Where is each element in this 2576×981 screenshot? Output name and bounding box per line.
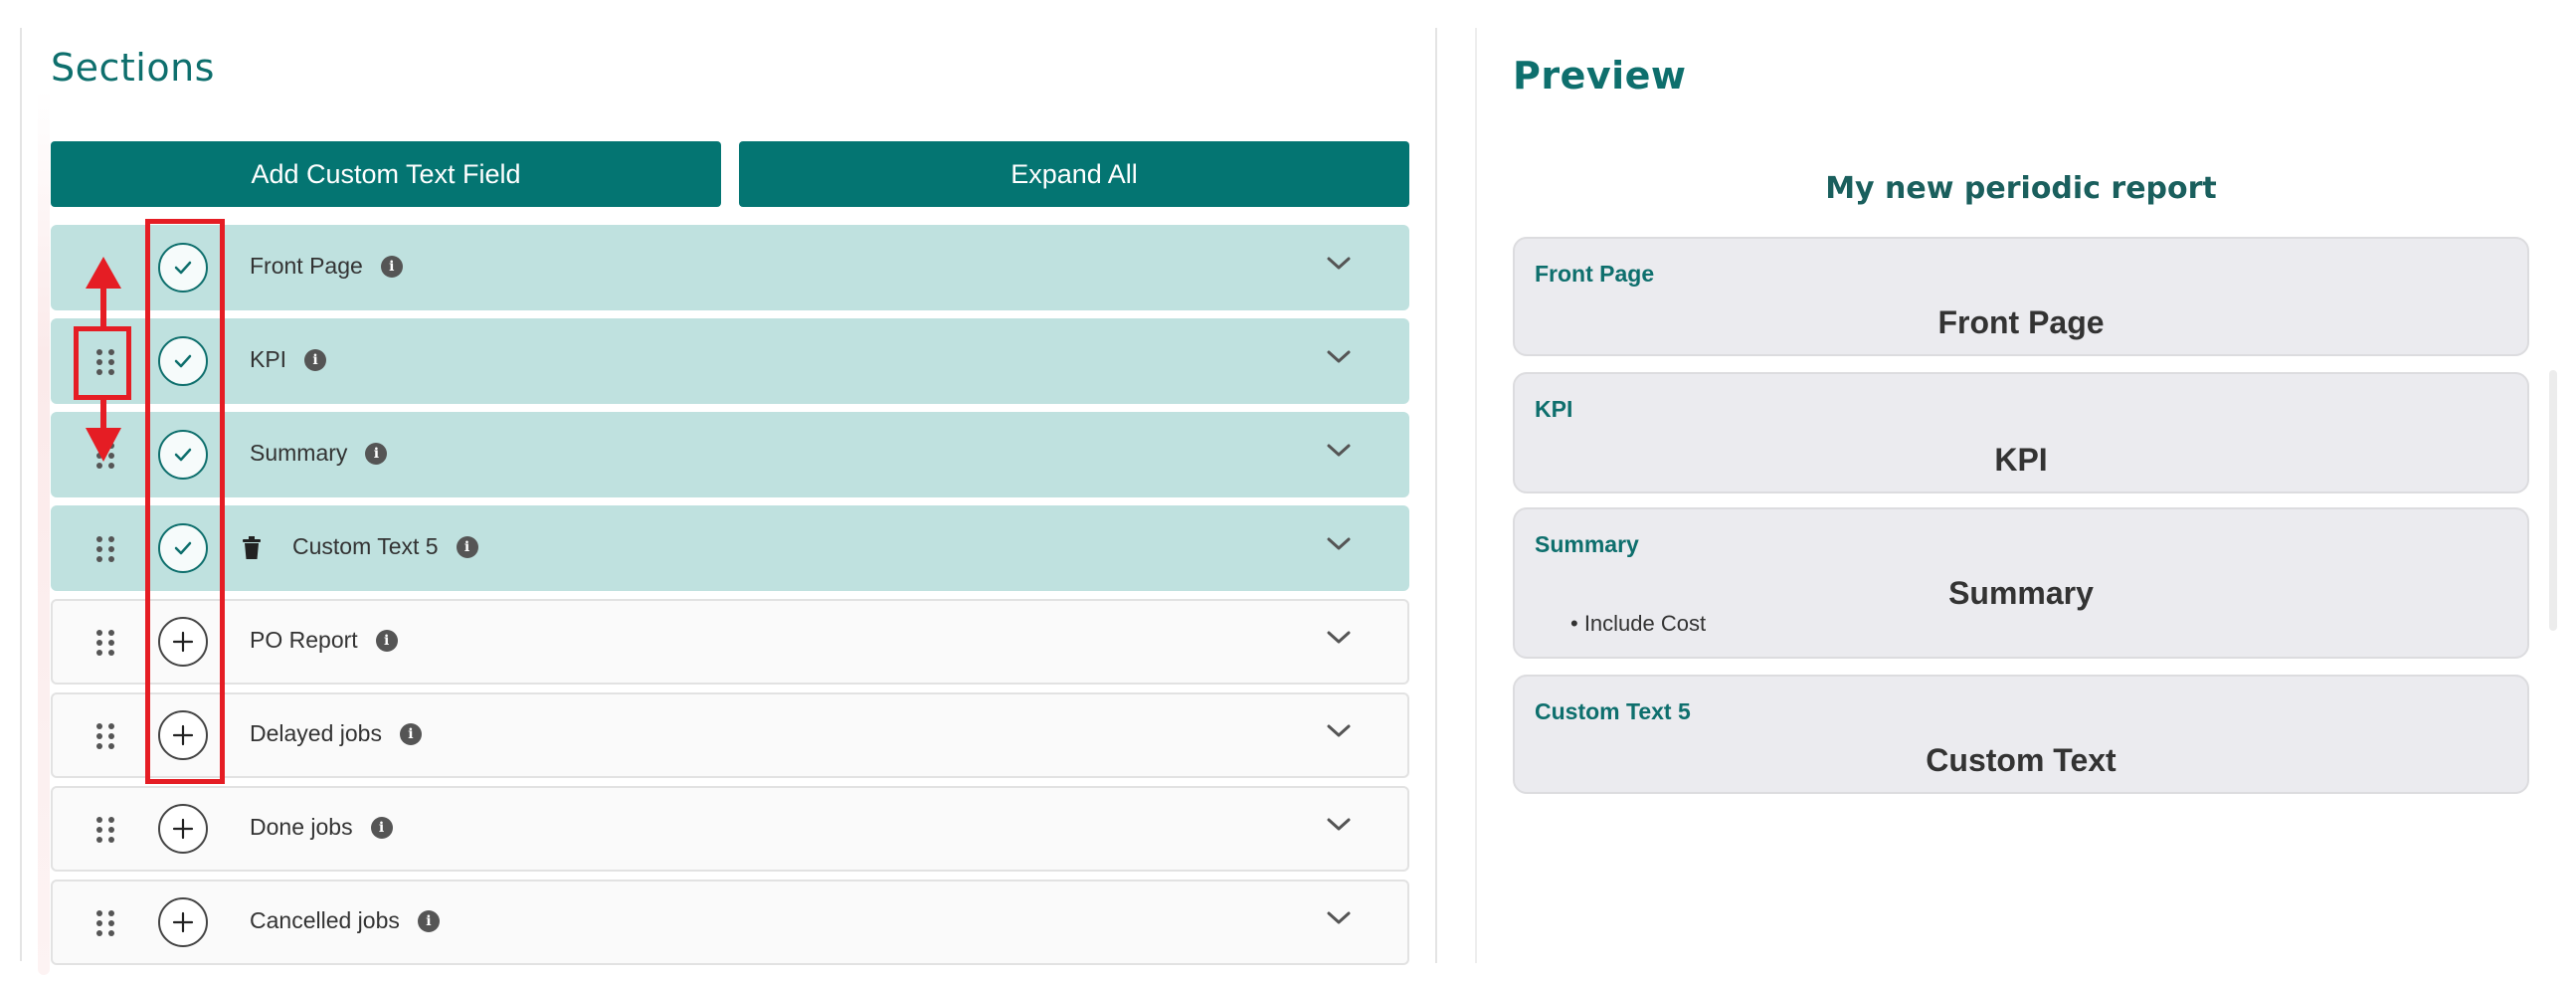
preview-card-label: Summary [1535,531,1639,557]
left-scroll-track [38,90,50,975]
drag-handle-icon[interactable] [96,910,116,936]
trash-icon[interactable] [242,536,262,560]
info-icon[interactable]: i [417,909,440,932]
drag-handle-icon[interactable] [96,630,116,656]
report-title: My new periodic report [1825,171,2217,206]
chevron-down-icon[interactable] [1326,629,1352,647]
preview-card-kpi: KPI KPI [1513,372,2529,493]
preview-card-content: Summary [1948,575,2094,611]
chevron-down-icon[interactable] [1326,722,1352,740]
info-icon[interactable]: i [375,629,398,652]
left-panel-border [20,28,22,961]
preview-card-content: Custom Text [1926,742,2116,778]
plus-circle-icon[interactable] [158,897,208,947]
drag-handle-icon[interactable] [96,723,116,749]
info-icon[interactable]: i [380,255,403,278]
section-row-label: Front Page [250,253,363,279]
drag-handle-icon[interactable] [96,536,116,562]
section-row-label: Custom Text 5 [292,533,439,559]
info-icon[interactable]: i [365,442,388,465]
check-circle-icon[interactable] [158,523,208,573]
preview-card-label: Front Page [1535,261,1655,287]
check-circle-icon[interactable] [158,243,208,293]
section-row-done-jobs[interactable]: Done jobs i [51,786,1409,872]
check-circle-icon[interactable] [158,336,208,386]
section-row-po-report[interactable]: PO Report i [51,599,1409,685]
panel-divider [1435,28,1437,963]
preview-card-bullet: • Include Cost [1570,611,1707,636]
section-row-delayed-jobs[interactable]: Delayed jobs i [51,692,1409,778]
plus-circle-icon[interactable] [158,617,208,667]
section-row-label: Done jobs [250,814,353,840]
section-row-label: Cancelled jobs [250,907,400,933]
preview-title: Preview [1513,54,1687,98]
section-row-front-page[interactable]: Front Page i [51,225,1409,310]
section-row-custom-text-5[interactable]: Custom Text 5 i [51,505,1409,591]
panel-divider-inner [1475,28,1477,963]
preview-card-content: Front Page [1937,304,2105,340]
section-row-kpi[interactable]: KPI i [51,318,1409,404]
expand-all-button[interactable]: Expand All [739,141,1409,207]
section-row-label: PO Report [250,627,358,653]
chevron-down-icon[interactable] [1326,442,1352,460]
chevron-down-icon[interactable] [1326,816,1352,834]
sections-title: Sections [51,46,215,90]
section-row-label: Summary [250,440,348,466]
plus-circle-icon[interactable] [158,710,208,760]
preview-card-label: Custom Text 5 [1535,698,1691,724]
preview-card-front-page: Front Page Front Page [1513,237,2529,356]
section-row-cancelled-jobs[interactable]: Cancelled jobs i [51,880,1409,965]
section-row-summary[interactable]: Summary i [51,412,1409,497]
preview-card-custom-text-5: Custom Text 5 Custom Text [1513,675,2529,794]
chevron-down-icon[interactable] [1326,255,1352,273]
preview-card-label: KPI [1535,396,1573,422]
add-custom-text-field-button[interactable]: Add Custom Text Field [51,141,721,207]
info-icon[interactable]: i [370,816,393,839]
plus-circle-icon[interactable] [158,804,208,854]
info-icon[interactable]: i [456,535,478,558]
drag-handle-icon[interactable] [96,443,116,469]
drag-handle-icon[interactable] [96,349,116,375]
chevron-down-icon[interactable] [1326,909,1352,927]
preview-card-summary: Summary Summary • Include Cost [1513,507,2529,659]
chevron-down-icon[interactable] [1326,348,1352,366]
section-row-label: Delayed jobs [250,720,382,746]
info-icon[interactable]: i [399,722,422,745]
info-icon[interactable]: i [304,348,327,371]
preview-card-content: KPI [1994,442,2048,478]
drag-handle-icon[interactable] [96,817,116,843]
preview-scrollbar[interactable] [2549,370,2557,631]
chevron-down-icon[interactable] [1326,535,1352,553]
section-row-label: KPI [250,346,287,372]
check-circle-icon[interactable] [158,430,208,480]
